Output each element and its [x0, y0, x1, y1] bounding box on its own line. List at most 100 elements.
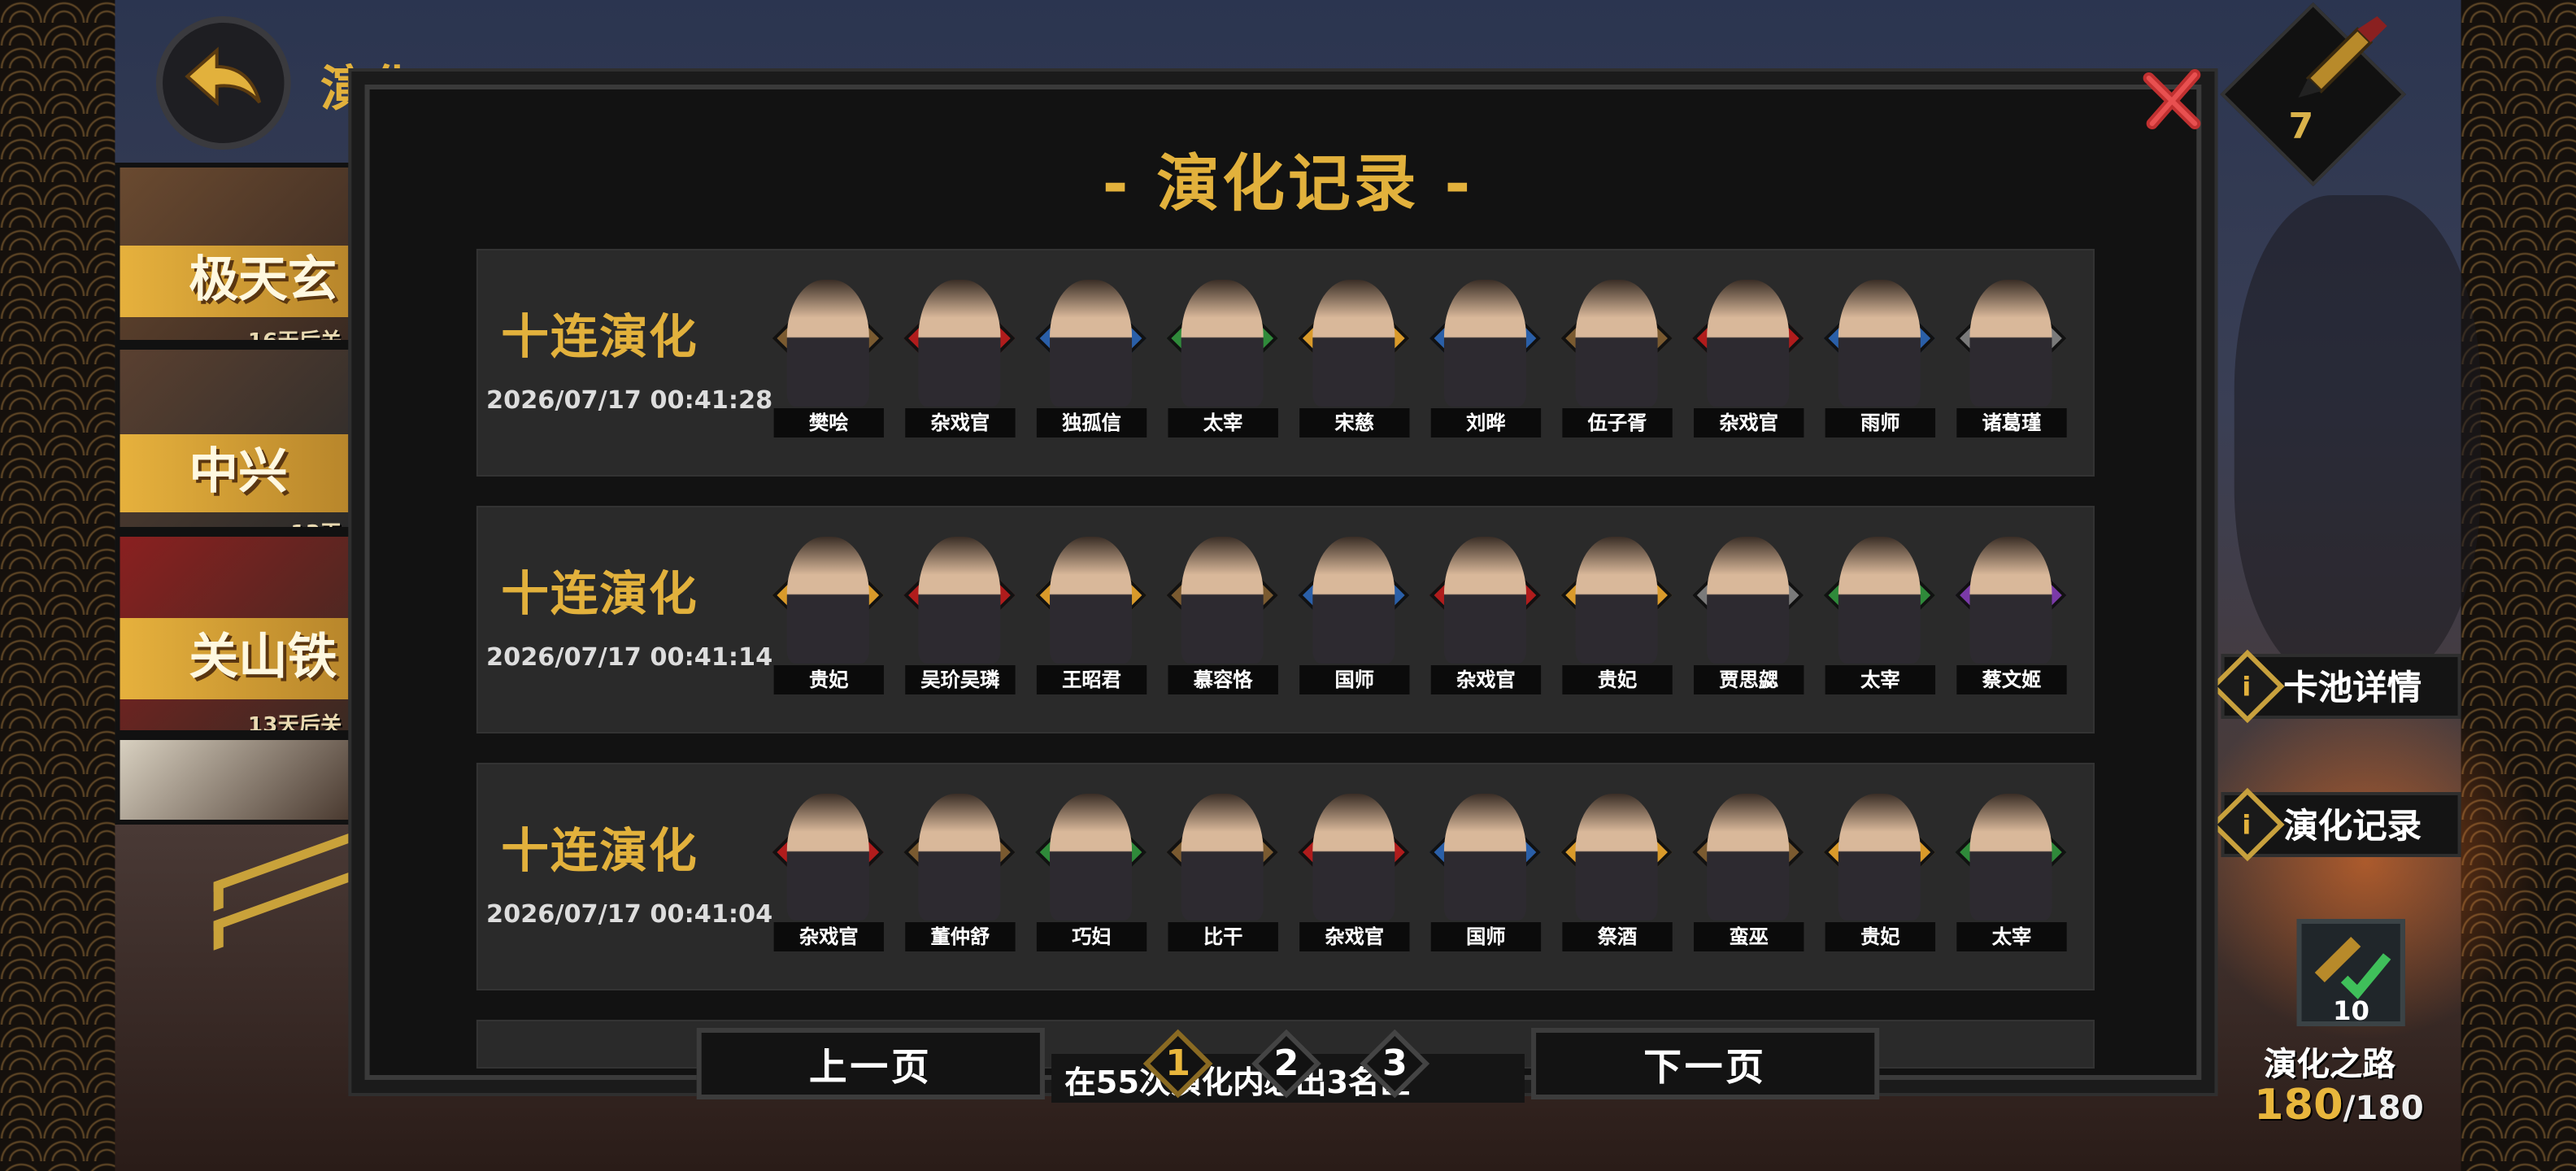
character-card[interactable]: 杂戏官 — [1296, 794, 1411, 956]
character-portrait — [1312, 280, 1395, 407]
scroll-down-chevrons[interactable] — [213, 829, 362, 951]
record-row: 十连演化 2026/07/17 00:41:28 樊哙 杂戏官 独孤信 太宰 宋慈 刘晔伍… — [476, 249, 2095, 477]
character-portrait — [1443, 280, 1526, 407]
back-button[interactable] — [155, 16, 291, 150]
character-portrait — [1575, 794, 1658, 921]
character-card[interactable]: 伍子胥 — [1559, 280, 1673, 442]
character-name: 伍子胥 — [1562, 408, 1673, 437]
banner-days: 13天 — [290, 516, 342, 527]
character-portrait — [1969, 794, 2052, 921]
record-type: 十连演化 — [501, 309, 698, 364]
character-card[interactable]: 杂戏官 — [902, 280, 1016, 442]
character-list: 樊哙 杂戏官 独孤信 太宰 宋慈 刘晔 伍子胥 杂戏官 雨师 诸葛瑾 — [771, 280, 2069, 442]
close-icon — [2143, 69, 2201, 129]
character-portrait — [1838, 794, 1921, 921]
character-portrait — [1181, 537, 1264, 664]
character-card[interactable]: 樊哙 — [771, 280, 886, 442]
character-portrait — [1050, 537, 1133, 664]
banner-art — [120, 740, 349, 820]
character-name: 杂戏官 — [1299, 922, 1410, 951]
character-portrait — [918, 794, 1001, 921]
record-row: 十连演化 2026/07/17 00:41:04 杂戏官 董仲舒 巧妇 比干 杂戏官 国师… — [476, 763, 2095, 990]
character-name: 吴玠吴璘 — [905, 665, 1016, 694]
character-card[interactable]: 蛮巫 — [1690, 794, 1805, 956]
character-card[interactable]: 杂戏官 — [1690, 280, 1805, 442]
record-time: 2026/07/17 00:41:28 — [486, 385, 773, 415]
character-card[interactable]: 吴玠吴璘 — [902, 537, 1016, 699]
banner-name: 关山铁 — [120, 618, 349, 699]
record-type: 十连演化 — [501, 566, 698, 621]
banner-pool-2[interactable]: 中兴 13天 — [115, 345, 354, 532]
close-button[interactable] — [2136, 62, 2212, 137]
pool-details-label: 卡池详情 — [2283, 668, 2422, 707]
banner-pool-4[interactable] — [115, 735, 354, 825]
background-tree — [2234, 195, 2481, 683]
character-portrait — [1181, 280, 1264, 407]
character-portrait — [1707, 280, 1790, 407]
character-card[interactable]: 杂戏官 — [771, 794, 886, 956]
character-name: 太宰 — [1168, 408, 1278, 437]
character-card[interactable]: 贵妃 — [771, 537, 886, 699]
pool-details-button[interactable]: i 卡池详情 — [2210, 649, 2461, 724]
record-row: 十连演化 2026/07/17 00:41:14 贵妃 吴玠吴璘 王昭君 慕容恪 国师杂… — [476, 506, 2095, 734]
record-type: 十连演化 — [501, 823, 698, 878]
character-card[interactable]: 祭酒 — [1559, 794, 1673, 956]
progress-current: 180 — [2253, 1082, 2343, 1130]
character-name: 宋慈 — [1299, 408, 1410, 437]
character-card[interactable]: 宋慈 — [1296, 280, 1411, 442]
record-time: 2026/07/17 00:41:14 — [486, 642, 773, 672]
character-card[interactable]: 杂戏官 — [1428, 537, 1543, 699]
character-card[interactable]: 刘晔 — [1428, 280, 1543, 442]
prev-page-button[interactable]: 上一页 — [696, 1028, 1045, 1099]
info-icon: i — [2210, 649, 2285, 724]
character-name: 贵妃 — [1562, 665, 1673, 694]
character-card[interactable]: 贵妃 — [1822, 794, 1937, 956]
character-name: 董仲舒 — [905, 922, 1016, 951]
character-portrait — [1969, 537, 2052, 664]
character-name: 雨师 — [1825, 408, 1936, 437]
character-card[interactable]: 国师 — [1428, 794, 1543, 956]
character-name: 诸葛瑾 — [1956, 408, 2067, 437]
character-portrait — [1312, 794, 1395, 921]
character-card[interactable]: 诸葛瑾 — [1953, 280, 2068, 442]
record-time: 2026/07/17 00:41:04 — [486, 899, 773, 929]
character-card[interactable]: 独孤信 — [1033, 280, 1148, 442]
page-number: 3 — [1382, 1043, 1408, 1084]
character-portrait — [1443, 794, 1526, 921]
character-name: 贵妃 — [773, 665, 884, 694]
character-name: 巧妇 — [1036, 922, 1147, 951]
character-name: 贵妃 — [1825, 922, 1936, 951]
character-name: 祭酒 — [1562, 922, 1673, 951]
character-name: 刘晔 — [1430, 408, 1542, 437]
character-card[interactable]: 贾思勰 — [1690, 537, 1805, 699]
evolution-record-label: 演化记录 — [2283, 807, 2422, 846]
character-card[interactable]: 慕容恪 — [1164, 537, 1279, 699]
character-name: 蔡文姬 — [1956, 665, 2067, 694]
character-card[interactable]: 太宰 — [1953, 794, 2068, 956]
character-card[interactable]: 董仲舒 — [902, 794, 1016, 956]
character-card[interactable]: 王昭君 — [1033, 537, 1148, 699]
evolution-road-progress: 180/180 — [2254, 1082, 2424, 1130]
character-card[interactable]: 巧妇 — [1033, 794, 1148, 956]
character-card[interactable]: 太宰 — [1822, 537, 1937, 699]
character-portrait — [918, 537, 1001, 664]
page-button-1[interactable]: 1 — [1142, 1028, 1214, 1099]
banner-pool-3[interactable]: 关山铁 13天后关 — [115, 532, 354, 735]
character-portrait — [1443, 537, 1526, 664]
character-card[interactable]: 贵妃 — [1559, 537, 1673, 699]
character-name: 国师 — [1299, 665, 1410, 694]
character-card[interactable]: 蔡文姬 — [1953, 537, 2068, 699]
character-portrait — [1969, 280, 2052, 407]
banner-name: 中兴 — [120, 434, 349, 512]
character-card[interactable]: 雨师 — [1822, 280, 1937, 442]
page-button-3[interactable]: 3 — [1359, 1028, 1431, 1099]
character-card[interactable]: 比干 — [1164, 794, 1279, 956]
character-card[interactable]: 太宰 — [1164, 280, 1279, 442]
character-card[interactable]: 国师 — [1296, 537, 1411, 699]
modal-title: - 演化记录 - — [1102, 148, 1474, 220]
page-button-2[interactable]: 2 — [1251, 1028, 1323, 1099]
evolution-record-button[interactable]: i 演化记录 — [2210, 787, 2461, 862]
character-name: 杂戏官 — [905, 408, 1016, 437]
brush-icon — [2298, 16, 2387, 98]
next-page-button[interactable]: 下一页 — [1531, 1028, 1880, 1099]
